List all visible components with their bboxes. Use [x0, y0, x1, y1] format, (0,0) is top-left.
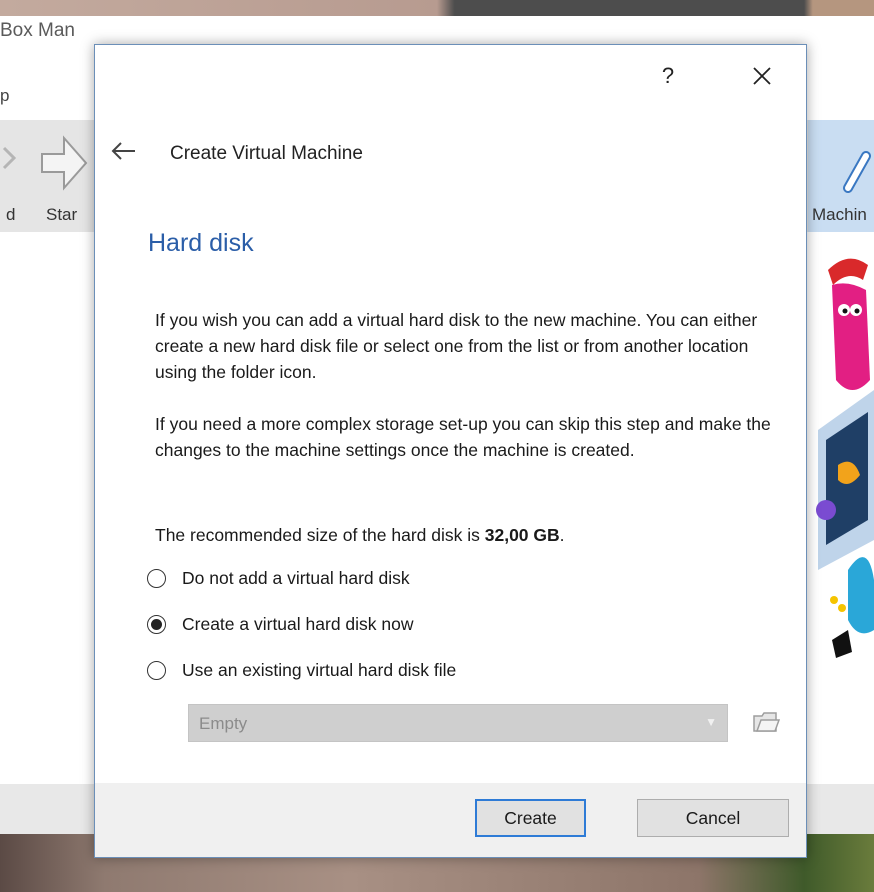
chevron-down-icon: ▼	[705, 715, 717, 729]
manager-window-title: Box Man	[0, 20, 75, 41]
recommended-size-suffix: .	[559, 525, 565, 545]
start-arrow-icon[interactable]	[38, 132, 90, 194]
description-paragraph-1: If you wish you can add a virtual hard d…	[155, 310, 758, 382]
toolbar-machine-label[interactable]: Machin	[812, 205, 867, 225]
existing-disk-select[interactable]: Empty ▼	[188, 704, 728, 742]
close-icon[interactable]	[745, 59, 779, 93]
cancel-button[interactable]: Cancel	[637, 799, 789, 837]
desktop-top-strip	[0, 0, 874, 16]
radio-dot	[151, 618, 162, 630]
page-title: Hard disk	[148, 229, 254, 257]
toolbar-start-label[interactable]: Star	[46, 205, 77, 225]
recommended-size-text: The recommended size of the hard disk is…	[155, 525, 565, 546]
manager-menu-fragment: p	[0, 86, 10, 105]
machine-tools-icon[interactable]	[840, 150, 874, 194]
welcome-illustration	[808, 240, 874, 670]
radio-label[interactable]: Use an existing virtual hard disk file	[182, 660, 456, 681]
toolbar-new-label[interactable]: d	[6, 205, 15, 225]
help-button[interactable]: ?	[653, 61, 683, 91]
radio-label[interactable]: Do not add a virtual hard disk	[182, 568, 410, 589]
radio-label[interactable]: Create a virtual hard disk now	[182, 614, 414, 635]
recommended-size-value: 32,00 GB	[484, 525, 560, 545]
recommended-size-prefix: The recommended size of the hard disk is	[155, 525, 485, 545]
radio-existing-hard-disk[interactable]: Use an existing virtual hard disk file	[147, 657, 456, 683]
new-machine-icon[interactable]	[2, 146, 16, 170]
radio-create-hard-disk[interactable]: Create a virtual hard disk now	[147, 611, 414, 637]
radio-button[interactable]	[147, 660, 166, 680]
dialog-button-bar: Create Cancel	[95, 783, 806, 857]
radio-button-selected[interactable]	[147, 614, 166, 634]
folder-icon[interactable]	[751, 707, 781, 737]
dialog-title: Create Virtual Machine	[170, 143, 363, 164]
back-arrow-icon[interactable]	[109, 139, 137, 163]
disk-select-value: Empty	[199, 714, 248, 733]
create-button[interactable]: Create	[475, 799, 586, 837]
description-paragraph-2: If you need a more complex storage set-u…	[155, 414, 771, 460]
create-vm-dialog: ? Create Virtual Machine Hard disk If yo…	[94, 44, 807, 858]
radio-no-hard-disk[interactable]: Do not add a virtual hard disk	[147, 565, 410, 591]
radio-button[interactable]	[147, 568, 166, 588]
